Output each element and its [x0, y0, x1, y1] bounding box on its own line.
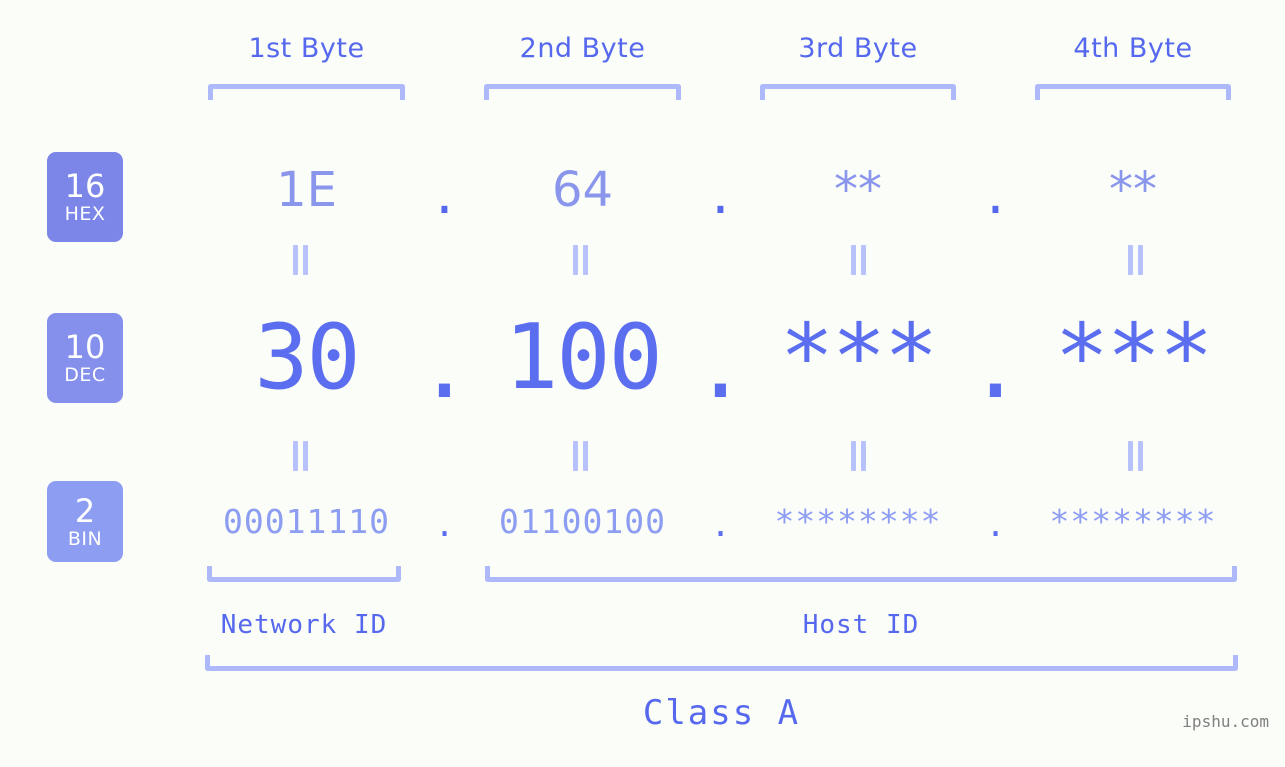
- hex-byte-2: 64: [551, 162, 614, 218]
- equals-mark-dec-bin-1: [290, 441, 312, 471]
- byte-header-3: 3rd Byte: [798, 33, 918, 64]
- equals-mark-hex-dec-2: [570, 245, 592, 275]
- dec-separator-1: .: [417, 314, 472, 419]
- bin-byte-2: 01100100: [499, 502, 666, 541]
- base-badge-bin-number: 2: [74, 491, 96, 530]
- bin-separator-3: .: [985, 505, 1006, 544]
- equals-mark-hex-dec-3: [848, 245, 870, 275]
- class-label: Class A: [642, 693, 801, 733]
- equals-mark-dec-bin-3: [848, 441, 870, 471]
- byte-bracket-4-icon: [1035, 84, 1231, 100]
- equals-mark-hex-dec-1: [290, 245, 312, 275]
- dec-byte-2: 100: [504, 305, 663, 410]
- host-id-bracket-icon: [485, 566, 1237, 582]
- base-badge-bin-name: BIN: [67, 527, 103, 550]
- network-id-bracket-icon: [207, 566, 401, 582]
- base-badge-dec-number: 10: [64, 328, 106, 366]
- base-badge-hex-number: 16: [64, 167, 106, 205]
- bin-value-row: 00011110 . 01100100 . ******** . *******…: [160, 492, 1285, 552]
- byte-header-4: 4th Byte: [1073, 33, 1193, 64]
- bin-separator-2: .: [710, 505, 731, 544]
- hex-byte-1: 1E: [276, 162, 337, 218]
- ip-byte-breakdown-diagram: 1st Byte 2nd Byte 3rd Byte 4th Byte 16 H…: [0, 0, 1285, 767]
- byte-header-1: 1st Byte: [248, 33, 365, 64]
- equals-mark-dec-bin-2: [570, 441, 592, 471]
- equals-mark-hex-dec-4: [1125, 245, 1147, 275]
- dec-value-row: 30 . 100 . *** . ***: [160, 296, 1285, 420]
- host-id-label: Host ID: [802, 610, 920, 640]
- dec-separator-2: .: [693, 314, 748, 419]
- hex-byte-3: **: [834, 162, 882, 218]
- hex-value-row: 1E . 64 . ** . **: [160, 150, 1285, 230]
- byte-bracket-2-icon: [484, 84, 681, 100]
- byte-header-2: 2nd Byte: [519, 33, 646, 64]
- bin-separator-1: .: [434, 505, 455, 544]
- dec-byte-4: ***: [1054, 305, 1214, 410]
- bin-byte-3: ********: [774, 502, 942, 541]
- base-badge-bin: 2 BIN: [47, 481, 123, 562]
- bin-byte-4: ********: [1049, 502, 1217, 541]
- base-badge-hex-name: HEX: [64, 203, 106, 225]
- byte-bracket-3-icon: [760, 84, 956, 100]
- hex-separator-1: .: [430, 169, 459, 225]
- base-badge-dec: 10 DEC: [47, 313, 123, 403]
- byte-bracket-1-icon: [208, 84, 405, 100]
- network-id-label: Network ID: [220, 610, 388, 640]
- bin-byte-1: 00011110: [223, 502, 390, 541]
- dec-byte-3: ***: [779, 305, 939, 410]
- dec-separator-3: .: [968, 314, 1023, 419]
- base-badge-dec-name: DEC: [64, 364, 106, 386]
- hex-byte-4: **: [1109, 162, 1157, 218]
- equals-mark-dec-bin-4: [1125, 441, 1147, 471]
- dec-byte-1: 30: [254, 305, 360, 410]
- class-bracket-icon: [205, 655, 1238, 671]
- base-badge-hex: 16 HEX: [47, 152, 123, 242]
- hex-separator-3: .: [981, 169, 1010, 225]
- hex-separator-2: .: [706, 169, 735, 225]
- watermark: ipshu.com: [1182, 712, 1269, 731]
